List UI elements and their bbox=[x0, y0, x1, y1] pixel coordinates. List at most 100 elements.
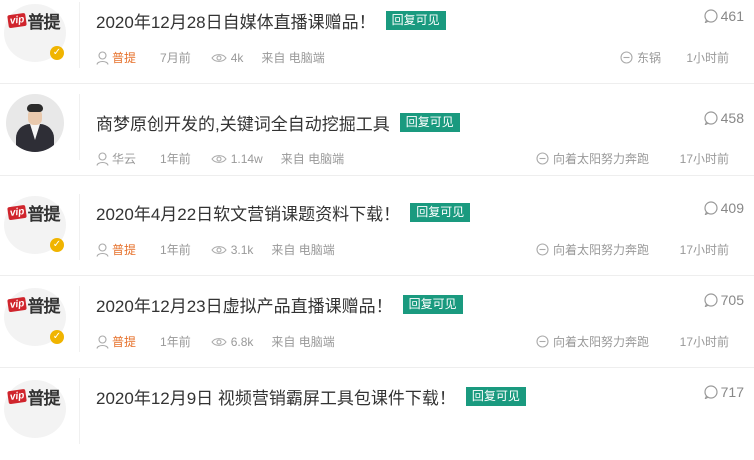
vip-label: vip bbox=[7, 388, 28, 405]
reply-visible-tag: 回复可见 bbox=[410, 203, 471, 222]
logo-text: 普提 bbox=[27, 389, 60, 408]
thread-list: vip 普提 ✓ 2020年12月28日自媒体直播课赠品！ 回复可见 461 普… bbox=[0, 0, 754, 444]
reply-count-value: 458 bbox=[720, 110, 744, 126]
thread-meta: 华云 1年前 1.14w 来自 电脑端 bbox=[96, 150, 344, 167]
view-count: 6.8k bbox=[211, 334, 254, 349]
avatar[interactable]: vip 普提 ✓ bbox=[4, 196, 66, 254]
last-reply-time: 17小时前 bbox=[679, 243, 729, 257]
reply-count-value: 409 bbox=[720, 200, 744, 216]
thread-title-line: 2020年12月9日 视频营销霸屏工具包课件下载！ 回复可见 bbox=[96, 384, 526, 409]
last-reply-user: 向着太阳努力奔跑 bbox=[536, 333, 649, 350]
thread-title-line: 2020年12月23日虚拟产品直播课赠品！ 回复可见 bbox=[96, 292, 463, 317]
post-time: 1年前 bbox=[160, 335, 191, 349]
reply-visible-tag: 回复可见 bbox=[465, 387, 526, 406]
reply-visible-tag: 回复可见 bbox=[402, 295, 463, 314]
vip-label: vip bbox=[7, 204, 28, 221]
avatar[interactable]: vip 普提 ✓ bbox=[4, 4, 66, 62]
author-link[interactable]: 普提 bbox=[112, 241, 136, 258]
reply-count: 458 bbox=[704, 110, 744, 126]
last-reply-user-name[interactable]: 向着太阳努力奔跑 bbox=[553, 150, 649, 167]
thread-row: 商梦原创开发的,关键词全自动挖掘工具 回复可见 458 华云 1年前 1.14w… bbox=[0, 84, 754, 176]
last-reply-user: 向着太阳努力奔跑 bbox=[536, 150, 649, 167]
eye-icon bbox=[211, 245, 227, 254]
user-icon bbox=[96, 151, 109, 166]
speech-bubble-icon bbox=[704, 293, 718, 307]
reply-count-value: 461 bbox=[720, 8, 744, 24]
minus-circle-icon bbox=[536, 243, 549, 256]
post-source: 来自 电脑端 bbox=[271, 243, 335, 257]
avatar-photo-hair bbox=[27, 104, 43, 112]
post-time: 1年前 bbox=[160, 243, 191, 257]
reply-count-value: 705 bbox=[720, 292, 744, 308]
reply-visible-tag: 回复可见 bbox=[385, 11, 446, 30]
eye-icon bbox=[211, 154, 227, 163]
speech-bubble-icon bbox=[704, 9, 718, 23]
view-count-value: 1.14w bbox=[230, 151, 263, 166]
speech-bubble-icon bbox=[704, 201, 718, 215]
user-icon bbox=[96, 242, 109, 257]
thread-meta: 普提 1年前 3.1k 来自 电脑端 bbox=[96, 241, 335, 258]
view-count-value: 3.1k bbox=[230, 242, 254, 257]
avatar[interactable] bbox=[6, 94, 64, 152]
last-reply-user-name[interactable]: 向着太阳努力奔跑 bbox=[553, 333, 649, 350]
reply-visible-tag: 回复可见 bbox=[399, 113, 460, 132]
thread-meta: 普提 1年前 6.8k 来自 电脑端 bbox=[96, 333, 335, 350]
vip-logo: vip 普提 bbox=[7, 384, 60, 409]
view-count: 3.1k bbox=[211, 242, 254, 257]
divider bbox=[79, 194, 80, 260]
thread-title-line: 商梦原创开发的,关键词全自动挖掘工具 回复可见 bbox=[96, 110, 460, 135]
author-link[interactable]: 普提 bbox=[112, 49, 136, 66]
reply-count: 717 bbox=[704, 384, 744, 400]
thread-title[interactable]: 2020年12月9日 视频营销霸屏工具包课件下载！ bbox=[96, 384, 456, 409]
post-source: 来自 电脑端 bbox=[271, 335, 335, 349]
logo-text: 普提 bbox=[27, 205, 60, 224]
post-time: 7月前 bbox=[160, 51, 191, 65]
view-count: 4k bbox=[211, 50, 244, 65]
avatar[interactable]: vip 普提 bbox=[4, 380, 66, 438]
view-count-value: 6.8k bbox=[230, 334, 254, 349]
last-reply-time: 17小时前 bbox=[679, 152, 729, 166]
reply-count: 409 bbox=[704, 200, 744, 216]
thread-title[interactable]: 商梦原创开发的,关键词全自动挖掘工具 bbox=[96, 110, 390, 135]
divider bbox=[79, 94, 80, 160]
thread-title[interactable]: 2020年4月22日软文营销课题资料下载！ bbox=[96, 200, 400, 225]
last-reply-user: 东锅 bbox=[620, 49, 661, 66]
verified-badge-icon: ✓ bbox=[50, 330, 64, 344]
thread-title-line: 2020年12月28日自媒体直播课赠品！ 回复可见 bbox=[96, 8, 446, 33]
view-count: 1.14w bbox=[211, 152, 263, 166]
user-icon bbox=[96, 334, 109, 349]
post-source: 来自 电脑端 bbox=[280, 152, 345, 166]
vip-logo: vip 普提 bbox=[7, 8, 60, 33]
minus-circle-icon bbox=[536, 335, 549, 348]
reply-count: 705 bbox=[704, 292, 744, 308]
divider bbox=[79, 378, 80, 444]
speech-bubble-icon bbox=[704, 111, 718, 125]
author-link[interactable]: 普提 bbox=[112, 333, 136, 350]
user-icon bbox=[96, 50, 109, 65]
thread-title-line: 2020年4月22日软文营销课题资料下载！ 回复可见 bbox=[96, 200, 471, 225]
post-source: 来自 电脑端 bbox=[261, 51, 325, 65]
thread-row: vip 普提 ✓ 2020年12月23日虚拟产品直播课赠品！ 回复可见 705 … bbox=[0, 276, 754, 368]
last-reply-user-name[interactable]: 向着太阳努力奔跑 bbox=[553, 241, 649, 258]
last-reply-time: 1小时前 bbox=[686, 51, 729, 65]
last-reply-user-name[interactable]: 东锅 bbox=[637, 49, 661, 66]
thread-meta: 普提 7月前 4k 来自 电脑端 bbox=[96, 49, 325, 66]
eye-icon bbox=[211, 337, 227, 346]
vip-logo: vip 普提 bbox=[7, 200, 60, 225]
divider bbox=[79, 286, 80, 352]
last-reply-time: 17小时前 bbox=[679, 335, 729, 349]
thread-row: vip 普提 2020年12月9日 视频营销霸屏工具包课件下载！ 回复可见 71… bbox=[0, 368, 754, 460]
reply-count: 461 bbox=[704, 8, 744, 24]
minus-circle-icon bbox=[620, 51, 633, 64]
last-reply-user: 向着太阳努力奔跑 bbox=[536, 241, 649, 258]
author-link[interactable]: 华云 bbox=[112, 150, 136, 167]
thread-row: vip 普提 ✓ 2020年4月22日软文营销课题资料下载！ 回复可见 409 … bbox=[0, 184, 754, 276]
view-count-value: 4k bbox=[230, 50, 244, 65]
thread-row: vip 普提 ✓ 2020年12月28日自媒体直播课赠品！ 回复可见 461 普… bbox=[0, 0, 754, 84]
minus-circle-icon bbox=[536, 152, 549, 165]
avatar[interactable]: vip 普提 ✓ bbox=[4, 288, 66, 346]
thread-title[interactable]: 2020年12月28日自媒体直播课赠品！ bbox=[96, 8, 376, 33]
verified-badge-icon: ✓ bbox=[50, 46, 64, 60]
divider bbox=[79, 2, 80, 68]
thread-title[interactable]: 2020年12月23日虚拟产品直播课赠品！ bbox=[96, 292, 393, 317]
